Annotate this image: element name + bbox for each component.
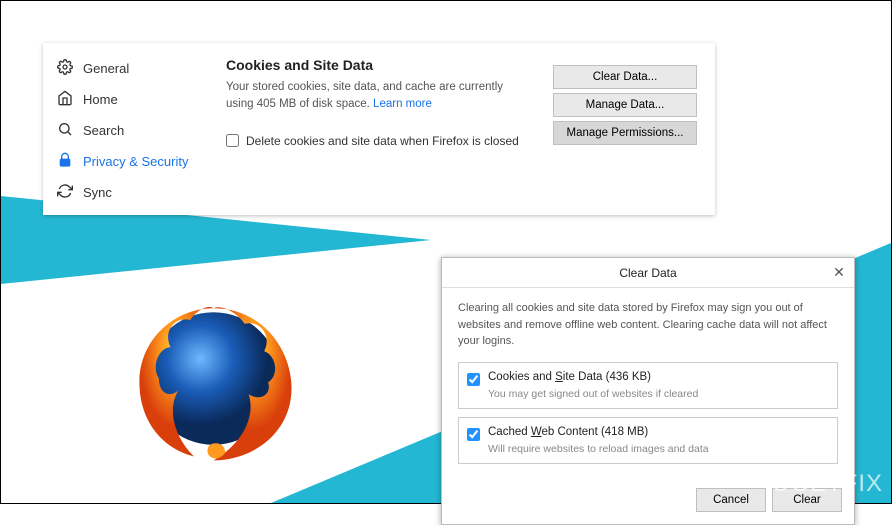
manage-data-button[interactable]: Manage Data...: [553, 93, 697, 117]
cookies-section: Cookies and Site Data Your stored cookie…: [208, 43, 715, 215]
sync-icon: [57, 183, 73, 202]
sidebar-item-label: General: [83, 61, 129, 76]
sidebar-item-privacy-security[interactable]: Privacy & Security: [43, 146, 208, 177]
search-icon: [57, 121, 73, 140]
cookies-checkbox[interactable]: [467, 373, 480, 386]
clear-data-button[interactable]: Clear Data...: [553, 65, 697, 89]
option-cookies-sub: You may get signed out of websites if cl…: [488, 388, 829, 400]
option-cookies-site-data: Cookies and Site Data (436 KB) You may g…: [458, 362, 838, 409]
section-description: Your stored cookies, site data, and cach…: [226, 79, 526, 114]
dialog-description: Clearing all cookies and site data store…: [458, 300, 838, 350]
close-icon[interactable]: ✕: [830, 264, 848, 282]
firefox-settings-panel: General Home Search Privacy & Security S…: [43, 43, 715, 215]
dialog-title: Clear Data: [619, 266, 676, 280]
learn-more-link[interactable]: Learn more: [373, 98, 432, 110]
sidebar-item-general[interactable]: General: [43, 53, 208, 84]
gear-icon: [57, 59, 73, 78]
watermark: UGETFIX: [772, 470, 883, 498]
action-buttons: Clear Data... Manage Data... Manage Perm…: [553, 65, 697, 145]
sidebar-item-label: Privacy & Security: [83, 154, 188, 169]
dialog-body: Clearing all cookies and site data store…: [442, 288, 854, 480]
settings-sidebar: General Home Search Privacy & Security S…: [43, 43, 208, 215]
option-cache-sub: Will require websites to reload images a…: [488, 443, 829, 455]
option-cache-label: Cached Web Content (418 MB): [488, 426, 648, 438]
home-icon: [57, 90, 73, 109]
delete-cookies-checkbox[interactable]: [226, 134, 239, 147]
option-cookies-row[interactable]: Cookies and Site Data (436 KB): [467, 371, 829, 386]
sidebar-item-search[interactable]: Search: [43, 115, 208, 146]
firefox-logo: [116, 281, 311, 481]
cancel-button[interactable]: Cancel: [696, 488, 766, 512]
sidebar-item-label: Search: [83, 123, 124, 138]
option-cached-content: Cached Web Content (418 MB) Will require…: [458, 417, 838, 464]
sidebar-item-label: Home: [83, 92, 118, 107]
checkbox-label: Delete cookies and site data when Firefo…: [246, 134, 519, 148]
option-cache-row[interactable]: Cached Web Content (418 MB): [467, 426, 829, 441]
sidebar-item-home[interactable]: Home: [43, 84, 208, 115]
sidebar-item-sync[interactable]: Sync: [43, 177, 208, 208]
manage-permissions-button[interactable]: Manage Permissions...: [553, 121, 697, 145]
option-cookies-label: Cookies and Site Data (436 KB): [488, 371, 651, 383]
dialog-titlebar[interactable]: Clear Data ✕: [442, 258, 854, 288]
cache-checkbox[interactable]: [467, 428, 480, 441]
sidebar-item-label: Sync: [83, 185, 112, 200]
lock-icon: [57, 152, 73, 171]
